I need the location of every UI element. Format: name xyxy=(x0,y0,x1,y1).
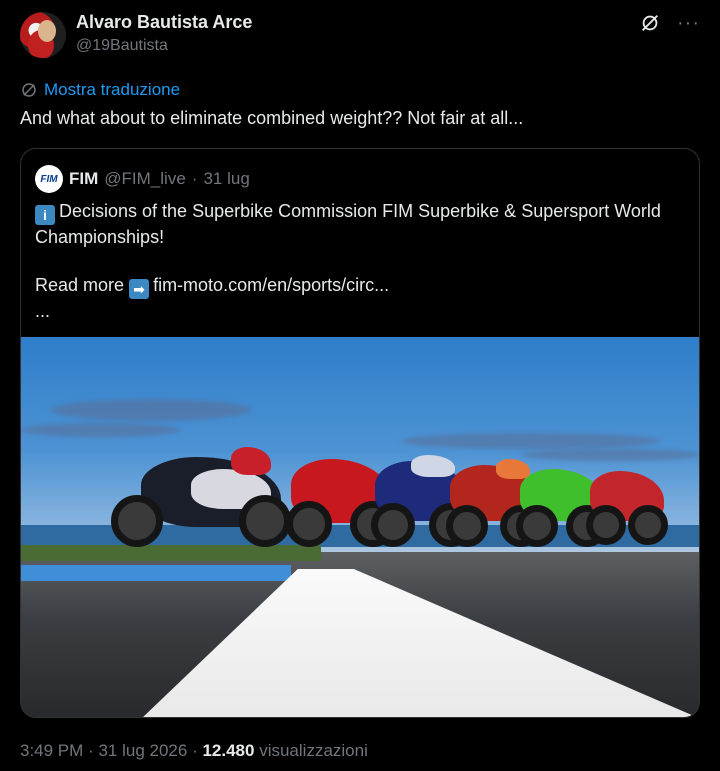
translate-link[interactable]: Mostra traduzione xyxy=(20,80,180,100)
views-label: visualizzazioni xyxy=(259,741,368,760)
quoted-tweet[interactable]: FIM FIM @FIM_live · 31 lug i Decisions of… xyxy=(20,148,700,718)
motorbike xyxy=(586,461,668,553)
grok-icon[interactable] xyxy=(639,12,661,34)
views-count: 12.480 xyxy=(202,741,255,760)
tweet-header: Alvaro Bautista Arce @19Bautista ··· xyxy=(20,10,700,60)
tweet-date[interactable]: 31 lug 2026 xyxy=(98,741,187,760)
fim-logo: FIM xyxy=(35,165,63,193)
author-handle[interactable]: @19Bautista xyxy=(76,37,168,55)
info-icon: i xyxy=(35,205,55,225)
quote-line1: i Decisions of the Superbike Commission F… xyxy=(35,199,685,249)
translate-icon xyxy=(22,83,36,97)
quote-author-handle: @FIM_live xyxy=(104,169,186,188)
quote-author-name: FIM xyxy=(69,169,99,188)
quote-date: 31 lug xyxy=(203,169,250,188)
quote-read-more-line: Read more ➡ fim-moto.com/en/sports/circ..… xyxy=(35,273,685,299)
arrow-right-icon: ➡ xyxy=(129,279,150,299)
quote-photo[interactable] xyxy=(21,337,699,717)
tweet-time[interactable]: 3:49 PM xyxy=(20,741,83,760)
header-actions: ··· xyxy=(639,12,700,34)
tweet-text: And what about to eliminate combined wei… xyxy=(20,108,524,128)
author-name[interactable]: Alvaro Bautista Arce xyxy=(76,12,252,33)
quote-header: FIM FIM @FIM_live · 31 lug xyxy=(35,165,250,193)
tweet-meta: 3:49 PM · 31 lug 2026 · 12.480 visualizz… xyxy=(20,741,368,761)
quote-text: Decisions of the Superbike Commission FI… xyxy=(35,201,661,247)
avatar[interactable] xyxy=(20,12,66,58)
meta-separator: · xyxy=(88,741,94,760)
quote-separator: · xyxy=(191,169,198,188)
quote-body: i Decisions of the Superbike Commission F… xyxy=(35,199,685,323)
more-icon[interactable]: ··· xyxy=(677,13,700,33)
quote-link[interactable]: fim-moto.com/en/sports/circ... xyxy=(153,275,389,295)
quote-ellipsis: ... xyxy=(35,301,51,321)
translate-label[interactable]: Mostra traduzione xyxy=(44,80,180,100)
motorbike xyxy=(111,437,301,557)
meta-separator: · xyxy=(192,741,198,760)
read-more-label: Read more xyxy=(35,275,125,295)
